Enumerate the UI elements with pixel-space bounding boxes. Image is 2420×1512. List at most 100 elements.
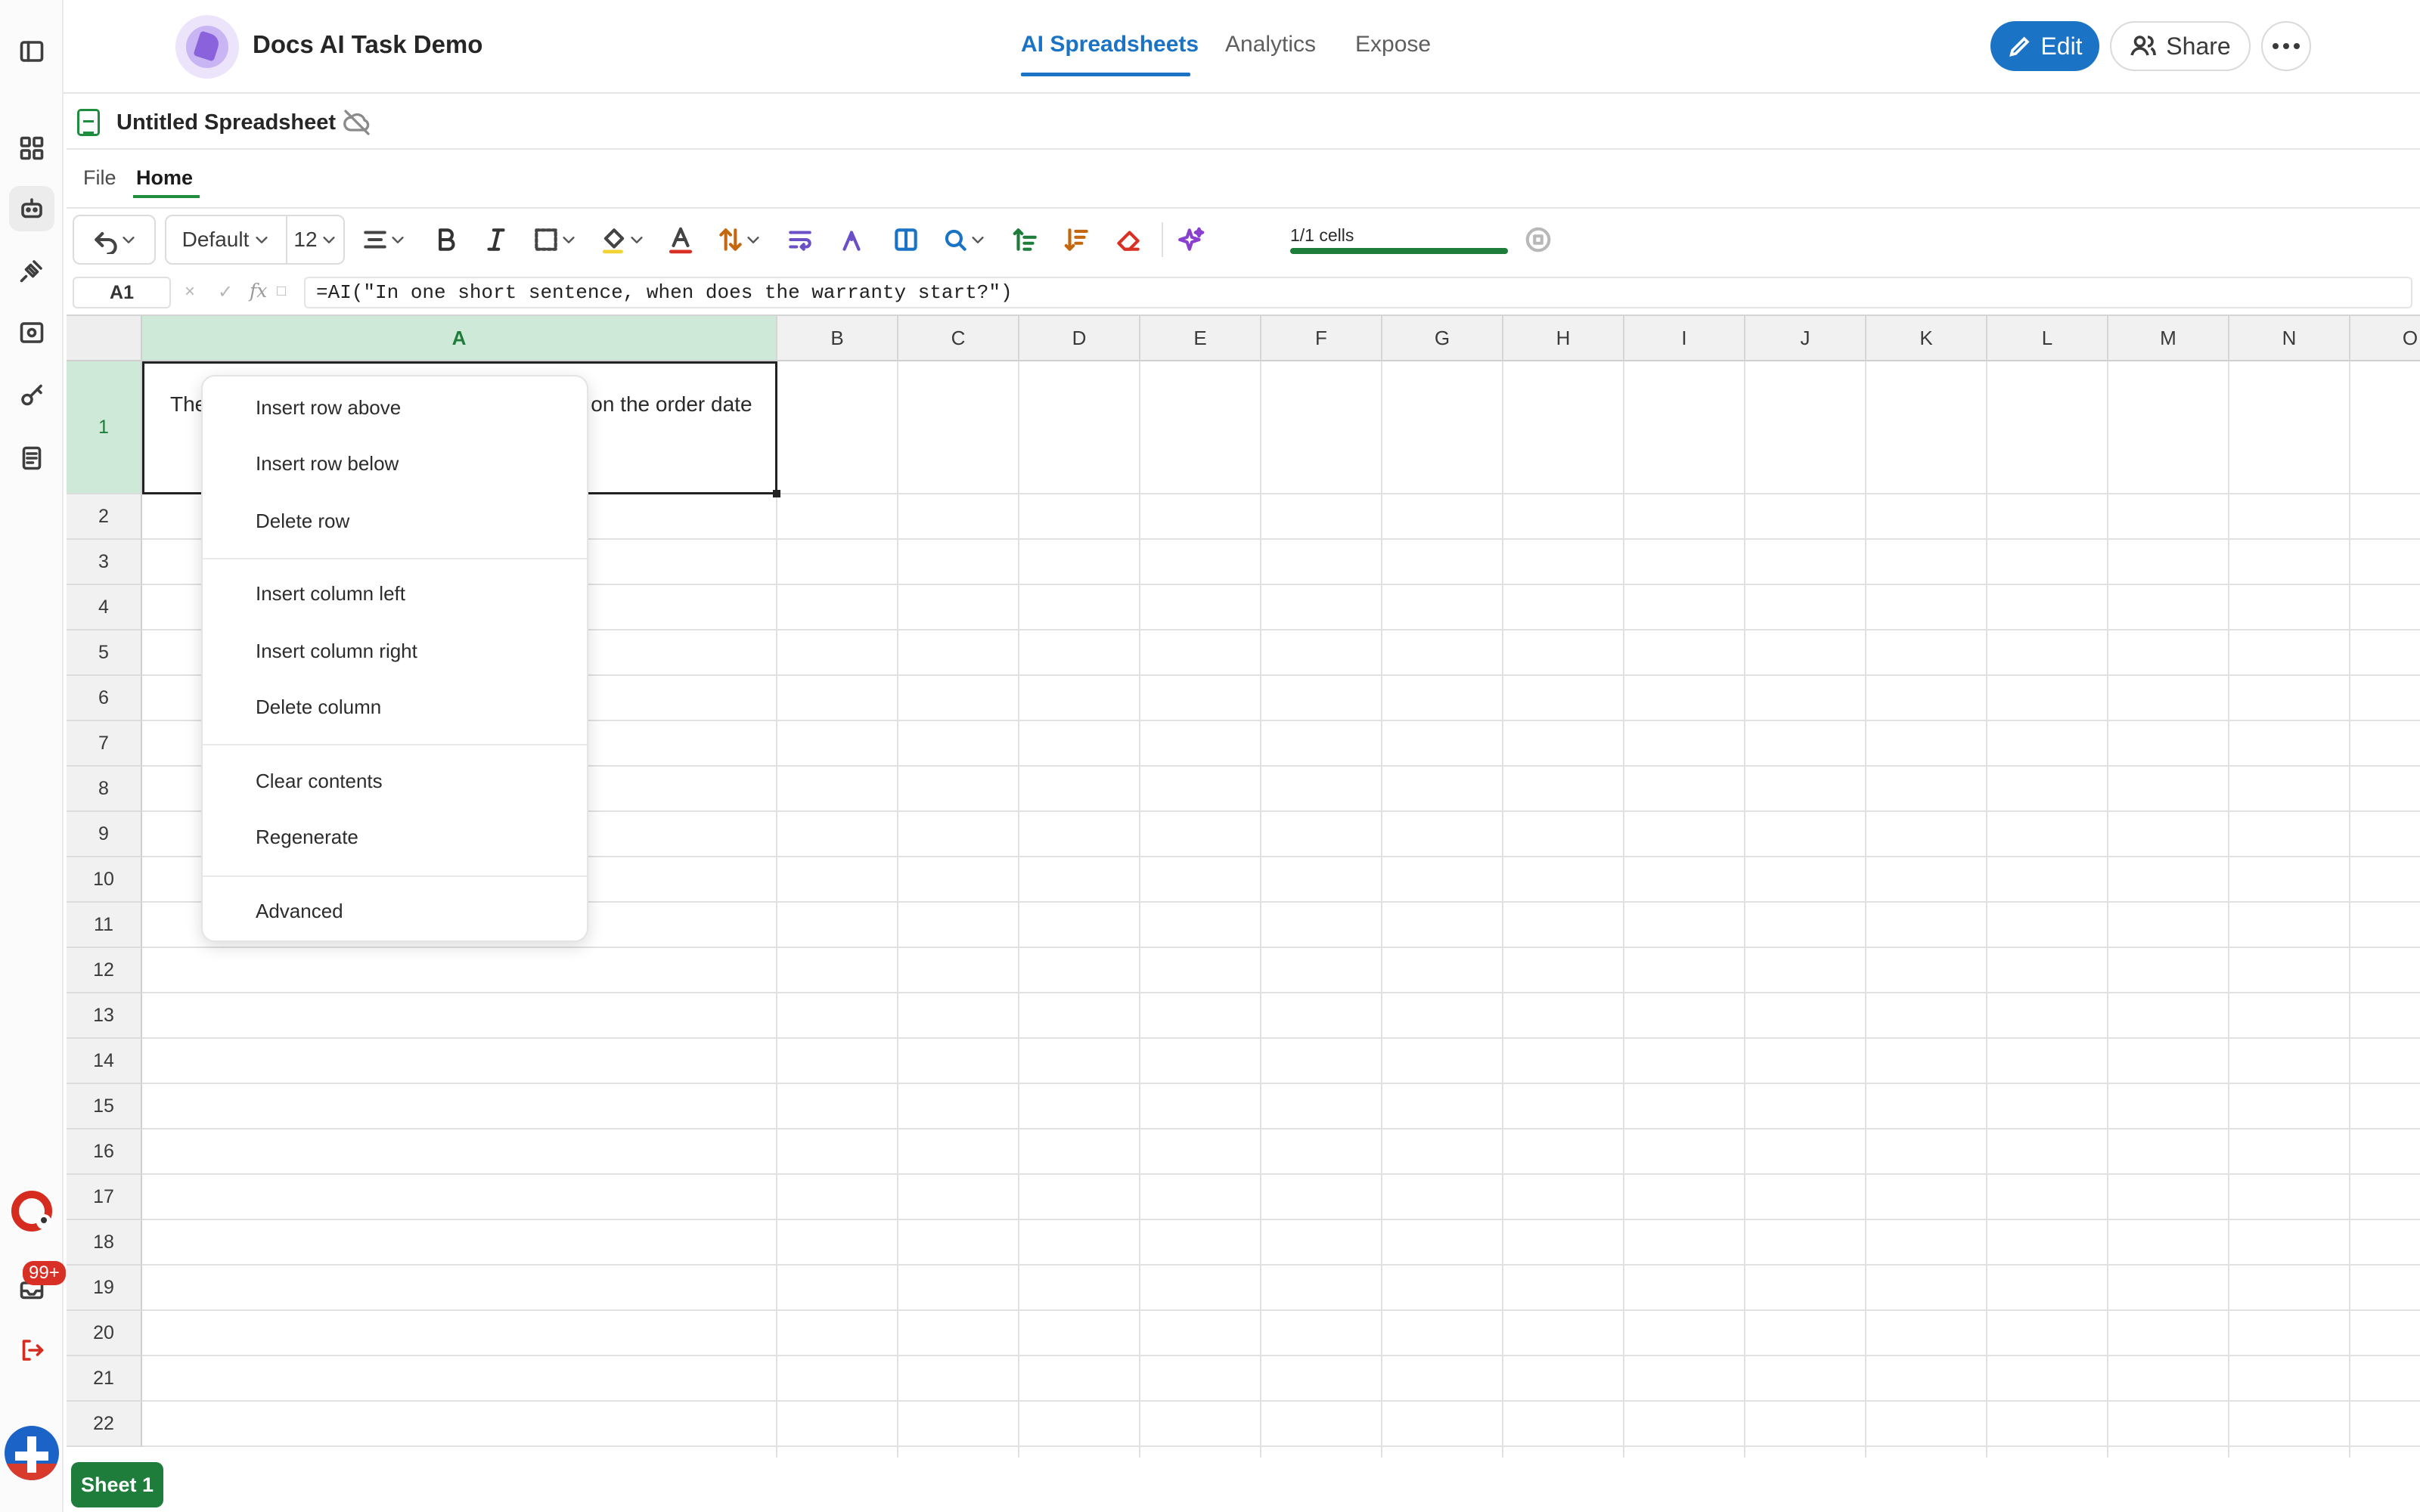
bold-button[interactable] [425,215,467,265]
row-header-3[interactable]: 3 [67,540,142,585]
plug-icon[interactable] [9,248,54,293]
fill-color-button[interactable] [594,215,650,265]
row-header-11[interactable]: 11 [67,903,142,948]
row-header-5[interactable]: 5 [67,631,142,676]
menu-item-advanced[interactable]: Advanced [256,900,343,923]
row-header-2[interactable]: 2 [67,494,142,540]
ai-progress-label: 1/1 cells [1290,225,1354,245]
row-header-15[interactable]: 15 [67,1084,142,1129]
formula-bar: A1 × ✓ fx □ =AI("In one short sentence, … [73,277,2412,310]
column-header-a[interactable]: A [142,316,777,361]
row-header-7[interactable]: 7 [67,721,142,767]
support-icon[interactable] [11,1190,53,1232]
row-header-21[interactable]: 21 [67,1356,142,1402]
italic-button[interactable] [475,215,517,265]
share-button[interactable]: Share [2110,21,2251,71]
column-header-f[interactable]: F [1261,316,1382,361]
name-box[interactable]: A1 [73,277,171,308]
expand-icon[interactable]: □ [277,283,286,300]
gridline-horizontal [142,1445,2420,1447]
menu-item-delete-row[interactable]: Delete row [256,510,349,533]
row-header-9[interactable]: 9 [67,812,142,857]
more-options-button[interactable] [2261,21,2311,71]
column-header-b[interactable]: B [777,316,898,361]
column-header-e[interactable]: E [1140,316,1261,361]
select-all-corner[interactable] [67,316,142,361]
dashboard-icon[interactable] [9,310,54,355]
edit-button[interactable]: Edit [1990,21,2099,71]
menu-item-insert-column-left[interactable]: Insert column left [256,582,405,606]
column-header-n[interactable]: N [2229,316,2350,361]
font-family-select[interactable]: Default [166,216,287,263]
text-color-button[interactable] [659,215,702,265]
panel-toggle-icon[interactable] [9,29,54,74]
row-header-16[interactable]: 16 [67,1129,142,1175]
nav-tab-ai-spreadsheets[interactable]: AI Spreadsheets [1021,32,1199,57]
merge-button[interactable] [830,215,873,265]
row-header-10[interactable]: 10 [67,857,142,903]
menu-tab-home[interactable]: Home [136,166,193,190]
column-header-h[interactable]: H [1503,316,1624,361]
sort-ascending-button[interactable] [1004,215,1047,265]
menu-item-delete-column[interactable]: Delete column [256,696,381,719]
clear-format-button[interactable] [1107,215,1150,265]
row-header-12[interactable]: 12 [67,948,142,993]
document-title[interactable]: Untitled Spreadsheet [116,110,336,135]
row-header-17[interactable]: 17 [67,1175,142,1220]
row-header-22[interactable]: 22 [67,1402,142,1447]
chevron-down-icon[interactable] [120,231,137,248]
key-icon[interactable] [9,373,54,419]
column-header-d[interactable]: D [1019,316,1140,361]
menu-item-clear-contents[interactable]: Clear contents [256,770,383,793]
nav-tab-expose[interactable]: Expose [1355,32,1431,57]
stop-button[interactable] [1522,215,1555,265]
menu-tab-file[interactable]: File [83,166,116,190]
column-header-c[interactable]: C [898,316,1019,361]
row-header-20[interactable]: 20 [67,1311,142,1356]
column-header-k[interactable]: K [1866,316,1987,361]
robot-icon[interactable] [9,186,54,231]
row-header-19[interactable]: 19 [67,1266,142,1311]
confirm-icon[interactable]: ✓ [218,281,233,303]
nav-tab-analytics[interactable]: Analytics [1225,32,1316,57]
logout-icon[interactable] [9,1328,54,1373]
column-header-g[interactable]: G [1382,316,1503,361]
column-header-o[interactable]: O [2350,316,2420,361]
gridline-vertical [1381,361,1382,1458]
fill-handle[interactable] [773,490,780,497]
column-header-l[interactable]: L [1987,316,2108,361]
sort-descending-button[interactable] [1056,215,1098,265]
row-header-1[interactable]: 1 [67,361,142,494]
formula-input[interactable]: =AI("In one short sentence, when does th… [304,277,2412,308]
ai-sparkle-button[interactable] [1171,215,1213,265]
row-header-8[interactable]: 8 [67,767,142,812]
sort-button[interactable] [711,215,767,265]
search-button[interactable] [935,215,992,265]
borders-button[interactable] [526,215,582,265]
row-header-13[interactable]: 13 [67,993,142,1039]
column-header-j[interactable]: J [1745,316,1866,361]
grid-apps-icon[interactable] [9,125,54,171]
columns-button[interactable] [885,215,927,265]
row-header-4[interactable]: 4 [67,585,142,631]
sheet-tab-1[interactable]: Sheet 1 [71,1462,163,1507]
undo-icon[interactable] [92,225,120,254]
wrap-text-button[interactable] [779,215,821,265]
row-header-6[interactable]: 6 [67,676,142,721]
columns-icon [895,228,917,251]
menu-item-insert-row-below[interactable]: Insert row below [256,452,399,476]
avatar[interactable] [5,1426,59,1480]
sort-ascending-icon [1013,228,1037,251]
menu-item-insert-column-right[interactable]: Insert column right [256,640,417,663]
gridline-vertical [1018,361,1019,1458]
cancel-icon[interactable]: × [185,281,195,302]
menu-item-regenerate[interactable]: Regenerate [256,826,358,849]
menu-item-insert-row-above[interactable]: Insert row above [256,396,401,420]
row-header-18[interactable]: 18 [67,1220,142,1266]
row-header-14[interactable]: 14 [67,1039,142,1084]
document-icon[interactable] [9,435,54,481]
column-header-m[interactable]: M [2108,316,2229,361]
align-button[interactable] [355,215,411,265]
font-size-select[interactable]: 12 [287,216,343,263]
column-header-i[interactable]: I [1624,316,1745,361]
